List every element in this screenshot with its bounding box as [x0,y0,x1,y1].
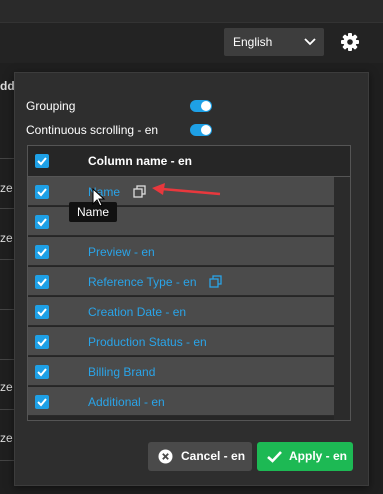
grouping-label: Grouping [26,99,76,113]
row-label[interactable]: Production Status - en [88,335,207,349]
bg-text-fragment: ze [0,231,13,245]
apply-button[interactable]: Apply - en [257,442,353,471]
table-row: Billing Brand [28,357,334,386]
apply-button-label: Apply - en [289,449,348,463]
toolbar [0,22,383,63]
continuous-scrolling-toggle[interactable] [190,124,212,136]
bg-divider [0,259,14,260]
bg-text-fragment: ze [0,380,13,394]
row-label[interactable]: Reference Type - en [88,275,197,289]
row-checkbox[interactable] [35,395,49,409]
gear-icon[interactable] [340,32,360,52]
row-checkbox[interactable] [35,275,49,289]
cancel-x-icon [158,449,173,464]
continuous-scrolling-label: Continuous scrolling - en [26,123,159,137]
cancel-button[interactable]: Cancel - en [148,442,252,471]
row-label[interactable]: Creation Date - en [88,305,186,319]
column-name-header: Column name - en [88,154,193,168]
checkmark-icon [267,451,282,463]
bg-text-fragment: ze [0,181,13,195]
bg-divider [0,309,14,310]
row-label[interactable]: Billing Brand [88,365,155,379]
row-checkbox[interactable] [35,185,49,199]
grouping-toggle[interactable] [190,100,212,112]
row-label[interactable]: Additional - en [88,395,165,409]
select-all-checkbox[interactable] [35,154,49,168]
table-header: Column name - en [28,146,350,177]
language-select[interactable]: English [224,28,324,56]
row-checkbox[interactable] [35,245,49,259]
column-settings-panel: Grouping Continuous scrolling - en Colum… [14,72,369,486]
bg-divider [0,158,14,159]
table-scrollbar[interactable] [334,177,350,420]
chevron-down-icon [304,38,316,46]
copy-icon[interactable] [209,275,222,288]
row-checkbox[interactable] [35,215,49,229]
language-select-value: English [233,35,273,49]
row-checkbox[interactable] [35,335,49,349]
table-row: Production Status - en [28,327,334,356]
mouse-cursor-icon [92,188,106,207]
copy-icon[interactable] [133,185,146,198]
bg-divider [0,359,14,360]
table-row: Creation Date - en [28,297,334,326]
row-checkbox[interactable] [35,365,49,379]
cancel-button-label: Cancel - en [181,449,246,463]
table-row: Reference Type - en [28,267,334,296]
table-row: Preview - en [28,237,334,266]
top-strip [0,0,383,22]
row-checkbox[interactable] [35,305,49,319]
table-row: Additional - en [28,387,334,416]
bg-divider [0,460,14,461]
bg-divider [0,409,14,410]
row-label[interactable]: Preview - en [88,245,155,259]
annotation-arrow-icon [152,183,221,196]
bg-divider [0,208,14,209]
bg-text-fragment: ze [0,431,13,445]
